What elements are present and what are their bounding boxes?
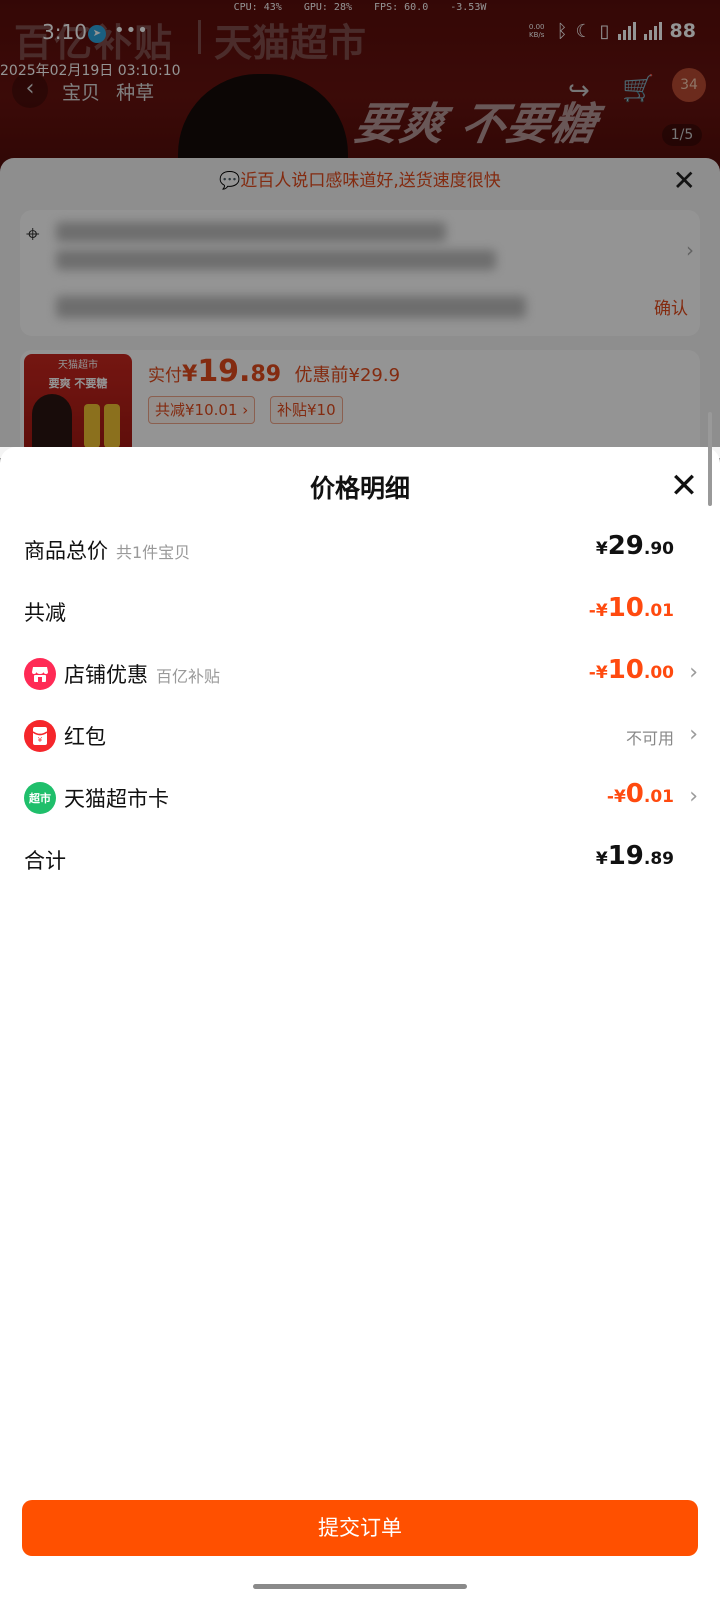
home-indicator[interactable] (253, 1584, 467, 1589)
supermarket-card-value: -¥0.01 (606, 779, 674, 809)
sheet-title: 价格明细 (309, 474, 410, 503)
tmall-supermarket-card-icon: 超市 (24, 782, 56, 814)
row-store-discount[interactable]: 店铺优惠 百亿补贴 -¥10.00 › (0, 649, 720, 699)
goods-total-value: ¥29.90 (595, 531, 674, 561)
store-discount-value: -¥10.00 (588, 655, 674, 685)
row-label: 店铺优惠 (64, 663, 148, 687)
row-goods-total: 商品总价 共1件宝贝 ¥29.90 (0, 525, 720, 575)
row-label: 共减 (24, 601, 66, 625)
chevron-right-icon: › (689, 784, 698, 809)
row-label: 商品总价 (24, 539, 108, 563)
row-grand-total: 合计 ¥19.89 (0, 835, 720, 885)
red-envelope-icon: ¥ (24, 720, 56, 752)
price-detail-sheet: 价格明细 ✕ 商品总价 共1件宝贝 ¥29.90 共减 -¥10.01 店铺优惠百… (0, 447, 720, 1600)
row-supermarket-card[interactable]: 超市 天猫超市卡 -¥0.01 › (0, 773, 720, 823)
row-red-envelope[interactable]: ¥ 红包 不可用 › (0, 711, 720, 761)
total-reduce-value: -¥10.01 (588, 593, 674, 623)
grand-total-value: ¥19.89 (595, 841, 674, 871)
row-total-reduce: 共减 -¥10.01 (0, 587, 720, 637)
modal-backdrop[interactable] (0, 0, 720, 447)
svg-text:¥: ¥ (38, 736, 43, 744)
row-sublabel: 百亿补贴 (156, 667, 221, 686)
store-icon (24, 658, 56, 690)
red-envelope-status: 不可用 (625, 729, 674, 748)
submit-order-button[interactable]: 提交订单 (22, 1500, 698, 1556)
row-label: 红包 (64, 725, 106, 749)
row-label: 合计 (24, 849, 66, 873)
row-label: 天猫超市卡 (64, 787, 169, 811)
chevron-right-icon: › (689, 722, 698, 747)
chevron-right-icon: › (689, 660, 698, 685)
close-icon[interactable]: ✕ (666, 469, 702, 505)
scrollbar[interactable] (708, 412, 712, 506)
row-sublabel: 共1件宝贝 (116, 543, 191, 562)
